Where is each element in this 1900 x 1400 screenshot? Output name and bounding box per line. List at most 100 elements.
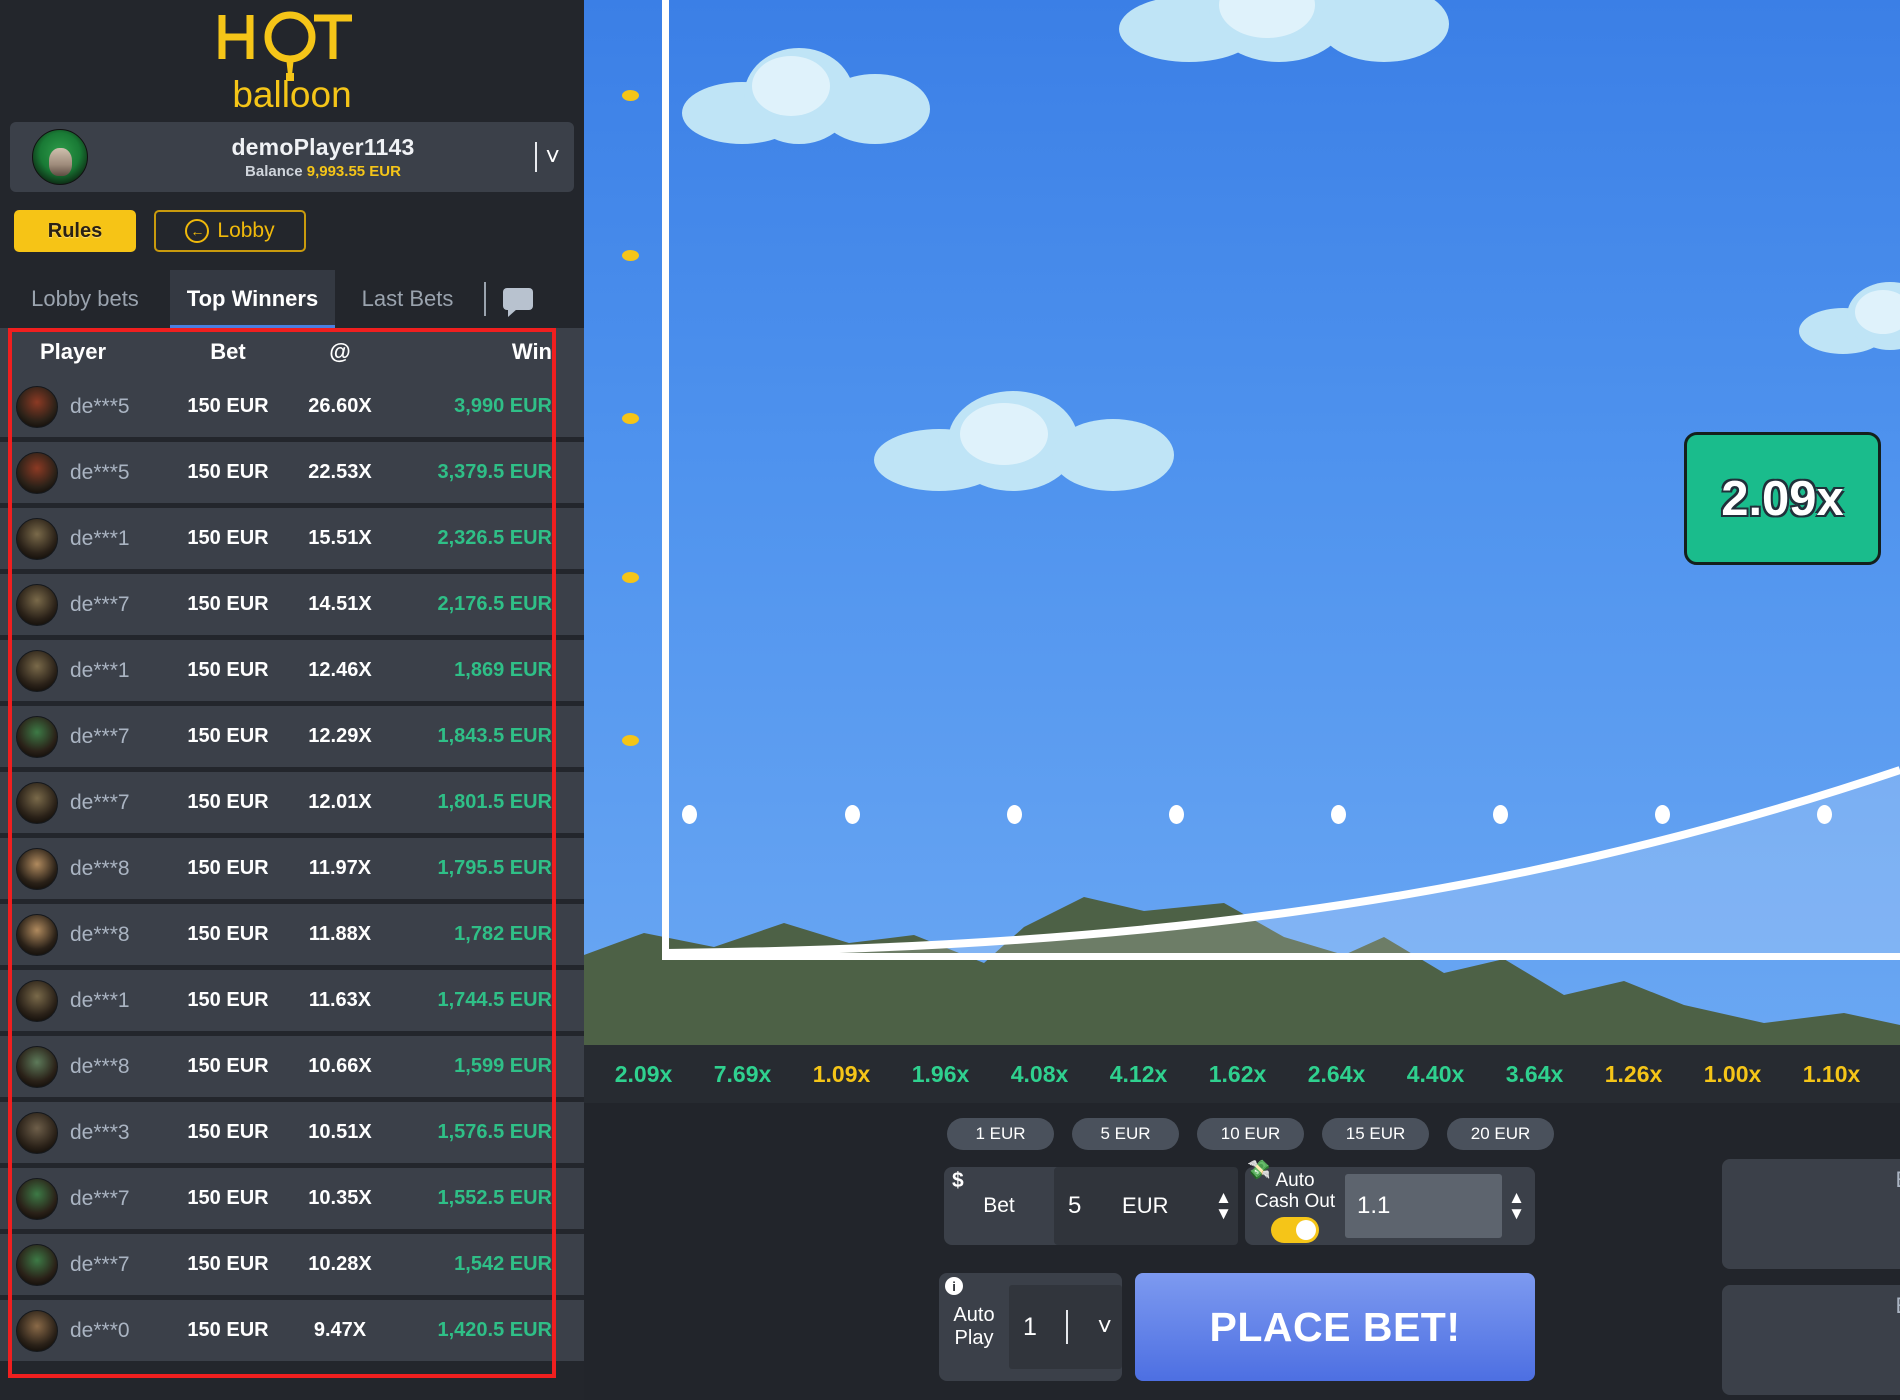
table-row[interactable]: de***0 150 EUR 9.47X 1,420.5 EUR <box>0 1300 584 1366</box>
table-header: Player Bet @ Win <box>0 328 584 376</box>
cell-multiplier: 10.35X <box>308 1187 372 1209</box>
x-axis-tick <box>845 805 860 824</box>
player-dropdown-toggle[interactable]: ˅ <box>535 140 560 174</box>
balance-label: Balance <box>245 163 303 180</box>
auto-cashout-stepper[interactable]: ▲ ▼ <box>1508 1189 1525 1222</box>
stepper-down-icon[interactable]: ▼ <box>1508 1205 1525 1222</box>
cell-bet: 150 EUR <box>187 923 269 945</box>
player-meta: demoPlayer1143 Balance 9,993.55 EUR <box>72 134 574 180</box>
multiplier-history[interactable]: 2.09x 7.69x 1.09x 1.96x 4.08x 4.12x 1.62x 2.64x… <box>584 1045 1900 1103</box>
auto-cashout-input[interactable]: 1.1 <box>1345 1174 1503 1238</box>
table-row[interactable]: de***7 150 EUR 10.28X 1,542 EUR <box>0 1234 584 1300</box>
rules-button[interactable]: Rules <box>14 210 136 252</box>
bet-input[interactable]: 5 EUR ▲ ▼ <box>1054 1167 1238 1245</box>
cell-multiplier: 22.53X <box>308 461 372 483</box>
avatar <box>16 1177 58 1220</box>
winners-table: Player Bet @ Win de***5 150 EUR 26.60X 3,99… <box>0 328 584 1378</box>
table-row[interactable]: de***5 150 EUR 26.60X 3,990 EUR <box>0 376 584 442</box>
table-row[interactable]: de***7 150 EUR 12.01X 1,801.5 EUR <box>0 772 584 838</box>
side-bet-card-2[interactable]: EU <box>1722 1285 1900 1395</box>
quick-bet-button[interactable]: 15 EUR <box>1322 1118 1429 1150</box>
avatar <box>16 451 58 494</box>
table-body[interactable]: de***5 150 EUR 26.60X 3,990 EUR de***5 150 EU… <box>0 376 584 1376</box>
autoplay-value: 1 <box>1023 1312 1037 1341</box>
autoplay-select[interactable]: 1 ˅ <box>1009 1285 1122 1369</box>
history-chip[interactable]: 4.40x <box>1386 1061 1485 1088</box>
avatar <box>16 649 58 692</box>
side-bet-card-1[interactable]: EU <box>1722 1159 1900 1269</box>
bet-stepper[interactable]: ▲ ▼ <box>1215 1189 1232 1222</box>
cell-player: de***3 <box>0 1111 172 1154</box>
quick-bet-button[interactable]: 5 EUR <box>1072 1118 1179 1150</box>
table-row[interactable]: de***8 150 EUR 11.88X 1,782 EUR <box>0 904 584 970</box>
table-row[interactable]: de***1 150 EUR 12.46X 1,869 EUR <box>0 640 584 706</box>
auto-cashout-line2: Cash Out <box>1254 1190 1336 1212</box>
place-bet-button[interactable]: PLACE BET! <box>1135 1273 1535 1381</box>
auto-cashout-toggle[interactable] <box>1271 1216 1319 1243</box>
cell-player: de***1 <box>0 649 172 692</box>
svg-text:balloon: balloon <box>232 74 351 115</box>
history-chip[interactable]: 4.08x <box>990 1061 1089 1088</box>
quick-bet-button[interactable]: 20 EUR <box>1447 1118 1554 1150</box>
tab-last-bets[interactable]: Last Bets <box>335 270 480 328</box>
table-row[interactable]: de***7 150 EUR 12.29X 1,843.5 EUR <box>0 706 584 772</box>
chat-button[interactable] <box>490 270 546 328</box>
cell-bet: 150 EUR <box>187 1121 269 1143</box>
current-multiplier-value: 2.09x <box>1721 471 1844 526</box>
stepper-down-icon[interactable]: ▼ <box>1215 1205 1232 1222</box>
history-chip[interactable]: 2.64x <box>1287 1061 1386 1088</box>
back-arrow-icon: ← <box>185 219 210 243</box>
history-chip[interactable]: 1.96x <box>891 1061 990 1088</box>
chat-bubble-icon <box>503 288 533 317</box>
history-chip[interactable]: 2.09x <box>594 1061 693 1088</box>
player-card[interactable]: demoPlayer1143 Balance 9,993.55 EUR ˅ <box>10 122 574 192</box>
history-chip[interactable]: 1.26x <box>1584 1061 1683 1088</box>
tab-lobby-bets[interactable]: Lobby bets <box>0 270 170 328</box>
cell-win: 2,176.5 EUR <box>437 593 552 615</box>
player-name: de***5 <box>70 460 130 484</box>
cell-multiplier: 15.51X <box>308 527 372 549</box>
player-name: de***7 <box>70 790 130 814</box>
cell-win: 1,869 EUR <box>454 659 552 681</box>
lobby-button[interactable]: ← Lobby <box>154 210 306 252</box>
x-axis-tick <box>1493 805 1508 824</box>
tab-top-winners[interactable]: Top Winners <box>170 270 335 330</box>
avatar <box>16 1243 58 1286</box>
table-row[interactable]: de***1 150 EUR 11.63X 1,744.5 EUR <box>0 970 584 1036</box>
cell-win: 1,795.5 EUR <box>437 857 552 879</box>
cell-player: de***8 <box>0 1045 172 1088</box>
chevron-down-icon[interactable]: ˅ <box>545 144 560 170</box>
history-chip[interactable]: 1.00x <box>1683 1061 1782 1088</box>
cell-player: de***8 <box>0 847 172 890</box>
stepper-up-icon[interactable]: ▲ <box>1508 1189 1525 1206</box>
table-row[interactable]: de***8 150 EUR 11.97X 1,795.5 EUR <box>0 838 584 904</box>
quick-bet-button[interactable]: 10 EUR <box>1197 1118 1304 1150</box>
cell-player: de***0 <box>0 1309 172 1352</box>
chevron-down-icon[interactable]: ˅ <box>1097 1314 1112 1340</box>
table-row[interactable]: de***3 150 EUR 10.51X 1,576.5 EUR <box>0 1102 584 1168</box>
stepper-up-icon[interactable]: ▲ <box>1215 1189 1232 1206</box>
history-chip[interactable]: 1.09x <box>792 1061 891 1088</box>
history-chip[interactable]: 1.62x <box>1188 1061 1287 1088</box>
table-row[interactable]: de***8 150 EUR 10.66X 1,599 EUR <box>0 1036 584 1102</box>
table-row[interactable]: de***7 150 EUR 14.51X 2,176.5 EUR <box>0 574 584 640</box>
col-player: Player <box>40 339 107 364</box>
table-row[interactable]: de***5 150 EUR 22.53X 3,379.5 EUR <box>0 442 584 508</box>
bet-panel: 1 EUR 5 EUR 10 EUR 15 EUR 20 EUR $ Bet 5 EUR… <box>584 1103 1900 1400</box>
cell-multiplier: 10.66X <box>308 1055 372 1077</box>
history-chip[interactable]: 1.10x <box>1782 1061 1881 1088</box>
side-card-label: EU <box>1895 1167 1900 1193</box>
table-row[interactable]: de***7 150 EUR 10.35X 1,552.5 EUR <box>0 1168 584 1234</box>
history-chip[interactable]: 7.69x <box>693 1061 792 1088</box>
info-icon[interactable]: i <box>945 1277 963 1295</box>
quick-bet-button[interactable]: 1 EUR <box>947 1118 1054 1150</box>
auto-cashout-label: 💸 Auto Cash Out <box>1245 1160 1345 1243</box>
divider <box>535 142 538 172</box>
history-chip[interactable]: 3.64x <box>1485 1061 1584 1088</box>
sidebar: balloon demoPlayer1143 Balance 9,993.55 … <box>0 0 584 1400</box>
tab-bar: Lobby bets Top Winners Last Bets <box>0 270 584 330</box>
table-row[interactable]: de***1 150 EUR 15.51X 2,326.5 EUR <box>0 508 584 574</box>
cell-player: de***5 <box>0 385 172 428</box>
history-chip[interactable]: 4.10x <box>1881 1061 1900 1088</box>
history-chip[interactable]: 4.12x <box>1089 1061 1188 1088</box>
